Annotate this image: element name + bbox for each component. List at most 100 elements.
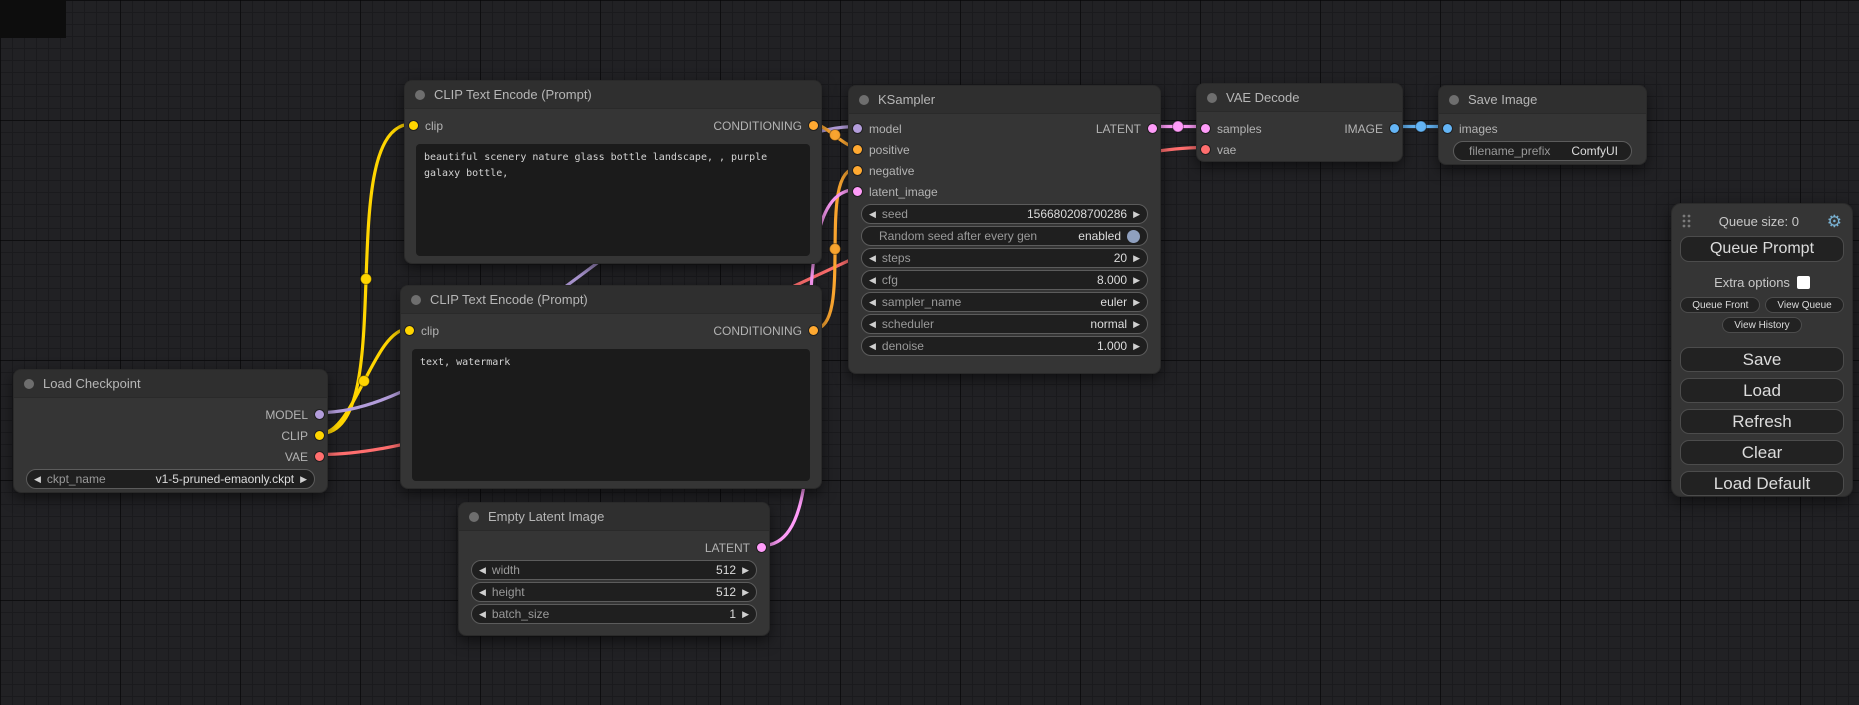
drag-handle-icon[interactable] (1682, 214, 1691, 228)
collapse-toggle[interactable] (415, 90, 425, 100)
input-port-model[interactable] (853, 124, 862, 133)
widget-value: 512 (716, 563, 736, 577)
increment-arrow-icon[interactable]: ▶ (1133, 210, 1140, 219)
node-clip-text-encode-negative[interactable]: CLIP Text Encode (Prompt) clip CONDITION… (400, 285, 822, 489)
node-title: Load Checkpoint (43, 376, 141, 391)
increment-arrow-icon[interactable]: ▶ (1133, 276, 1140, 285)
widget-seed[interactable]: ◀ seed 156680208700286 ▶ (861, 204, 1148, 224)
output-port-conditioning[interactable] (809, 121, 818, 130)
output-label-image: IMAGE (1344, 122, 1383, 136)
output-port-clip[interactable] (315, 431, 324, 440)
node-titlebar[interactable]: Save Image (1439, 86, 1646, 114)
collapse-toggle[interactable] (1207, 93, 1217, 103)
widget-value: v1-5-pruned-emaonly.ckpt (156, 472, 295, 486)
decrement-arrow-icon[interactable]: ◀ (479, 588, 486, 597)
input-label-images: images (1459, 122, 1498, 136)
node-load-checkpoint[interactable]: Load Checkpoint MODEL CLIP VAE ◀ ckpt_na… (13, 369, 328, 493)
widget-width[interactable]: ◀ width 512 ▶ (471, 560, 757, 580)
positive-prompt-textarea[interactable]: beautiful scenery nature glass bottle la… (416, 144, 810, 256)
node-titlebar[interactable]: KSampler (849, 86, 1160, 114)
collapse-toggle[interactable] (859, 95, 869, 105)
node-title: KSampler (878, 92, 935, 107)
refresh-button[interactable]: Refresh (1680, 409, 1844, 434)
widget-label: cfg (882, 273, 898, 287)
save-button[interactable]: Save (1680, 347, 1844, 372)
node-titlebar[interactable]: VAE Decode (1197, 84, 1402, 112)
input-port-positive[interactable] (853, 145, 862, 154)
input-port-clip[interactable] (405, 326, 414, 335)
increment-arrow-icon[interactable]: ▶ (742, 610, 749, 619)
output-port-vae[interactable] (315, 452, 324, 461)
input-port-clip[interactable] (409, 121, 418, 130)
increment-arrow-icon[interactable]: ▶ (300, 475, 307, 484)
node-save-image[interactable]: Save Image images filename_prefix ComfyU… (1438, 85, 1647, 165)
increment-arrow-icon[interactable]: ▶ (1133, 298, 1140, 307)
collapse-toggle[interactable] (24, 379, 34, 389)
decrement-arrow-icon[interactable]: ◀ (479, 566, 486, 575)
output-port-model[interactable] (315, 410, 324, 419)
node-titlebar[interactable]: CLIP Text Encode (Prompt) (405, 81, 821, 109)
collapse-toggle[interactable] (469, 512, 479, 522)
clear-button[interactable]: Clear (1680, 440, 1844, 465)
load-default-button[interactable]: Load Default (1680, 471, 1844, 496)
widget-value: enabled (1078, 229, 1121, 243)
link-midpoint-dot (830, 130, 841, 141)
node-titlebar[interactable]: Empty Latent Image (459, 503, 769, 531)
widget-ckpt-name[interactable]: ◀ ckpt_name v1-5-pruned-emaonly.ckpt ▶ (26, 469, 315, 489)
widget-filename-prefix[interactable]: filename_prefix ComfyUI (1453, 141, 1632, 161)
queue-prompt-button[interactable]: Queue Prompt (1680, 236, 1844, 262)
toggle-circle-icon[interactable] (1127, 230, 1140, 243)
queue-front-button[interactable]: Queue Front (1680, 297, 1760, 313)
decrement-arrow-icon[interactable]: ◀ (34, 475, 41, 484)
increment-arrow-icon[interactable]: ▶ (742, 566, 749, 575)
node-graph-canvas[interactable]: CLIP Text Encode (Prompt) clip CONDITION… (0, 0, 1859, 705)
input-label-negative: negative (869, 164, 914, 178)
node-empty-latent-image[interactable]: Empty Latent Image LATENT ◀ width 512 ▶ … (458, 502, 770, 636)
widget-value: normal (1090, 317, 1127, 331)
decrement-arrow-icon[interactable]: ◀ (869, 298, 876, 307)
widget-random-seed-toggle[interactable]: Random seed after every gen enabled (861, 226, 1148, 246)
widget-height[interactable]: ◀ height 512 ▶ (471, 582, 757, 602)
load-button[interactable]: Load (1680, 378, 1844, 403)
output-port-conditioning[interactable] (809, 326, 818, 335)
node-clip-text-encode-positive[interactable]: CLIP Text Encode (Prompt) clip CONDITION… (404, 80, 822, 264)
decrement-arrow-icon[interactable]: ◀ (869, 276, 876, 285)
decrement-arrow-icon[interactable]: ◀ (869, 254, 876, 263)
collapse-toggle[interactable] (1449, 95, 1459, 105)
increment-arrow-icon[interactable]: ▶ (1133, 320, 1140, 329)
widget-scheduler[interactable]: ◀ scheduler normal ▶ (861, 314, 1148, 334)
node-ksampler[interactable]: KSampler model LATENT positive negative … (848, 85, 1161, 374)
input-port-negative[interactable] (853, 166, 862, 175)
settings-gear-icon[interactable]: ⚙ (1827, 213, 1842, 230)
input-port-images[interactable] (1443, 124, 1452, 133)
output-port-image[interactable] (1390, 124, 1399, 133)
decrement-arrow-icon[interactable]: ◀ (869, 342, 876, 351)
widget-batch-size[interactable]: ◀ batch_size 1 ▶ (471, 604, 757, 624)
node-titlebar[interactable]: CLIP Text Encode (Prompt) (401, 286, 821, 314)
decrement-arrow-icon[interactable]: ◀ (869, 210, 876, 219)
extra-options-checkbox[interactable] (1797, 276, 1810, 289)
output-port-latent[interactable] (1148, 124, 1157, 133)
node-titlebar[interactable]: Load Checkpoint (14, 370, 327, 398)
input-port-vae[interactable] (1201, 145, 1210, 154)
negative-prompt-textarea[interactable]: text, watermark (412, 349, 810, 481)
collapse-toggle[interactable] (411, 295, 421, 305)
widget-label: denoise (882, 339, 924, 353)
input-port-samples[interactable] (1201, 124, 1210, 133)
increment-arrow-icon[interactable]: ▶ (1133, 342, 1140, 351)
widget-denoise[interactable]: ◀ denoise 1.000 ▶ (861, 336, 1148, 356)
widget-cfg[interactable]: ◀ cfg 8.000 ▶ (861, 270, 1148, 290)
decrement-arrow-icon[interactable]: ◀ (869, 320, 876, 329)
extra-options-label: Extra options (1714, 275, 1790, 290)
decrement-arrow-icon[interactable]: ◀ (479, 610, 486, 619)
node-vae-decode[interactable]: VAE Decode samples IMAGE vae (1196, 83, 1403, 162)
widget-steps[interactable]: ◀ steps 20 ▶ (861, 248, 1148, 268)
increment-arrow-icon[interactable]: ▶ (742, 588, 749, 597)
widget-sampler-name[interactable]: ◀ sampler_name euler ▶ (861, 292, 1148, 312)
output-port-latent[interactable] (757, 543, 766, 552)
input-port-latent-image[interactable] (853, 187, 862, 196)
widget-label: filename_prefix (1469, 144, 1550, 158)
view-queue-button[interactable]: View Queue (1765, 297, 1843, 313)
increment-arrow-icon[interactable]: ▶ (1133, 254, 1140, 263)
view-history-button[interactable]: View History (1722, 317, 1801, 333)
